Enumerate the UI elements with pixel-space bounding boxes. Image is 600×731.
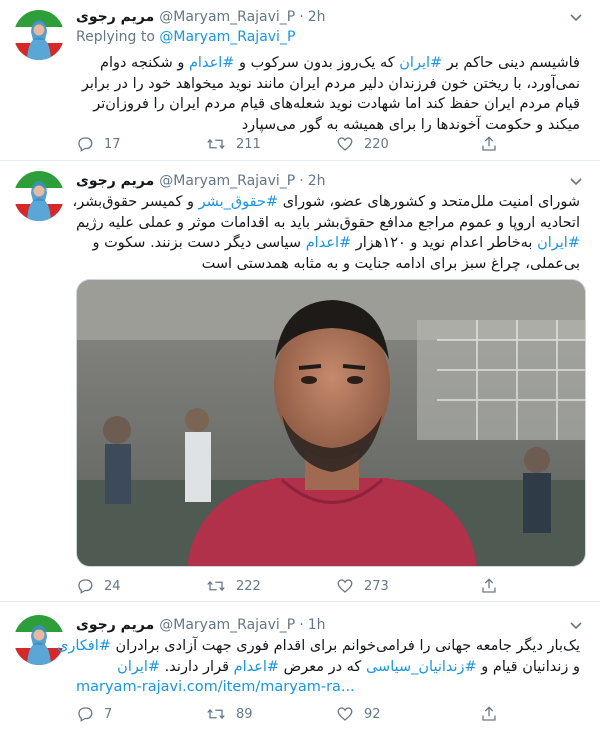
user-handle[interactable]: @Maryam_Rajavi_P <box>159 617 295 633</box>
hashtag-link[interactable]: #ایران <box>117 659 160 675</box>
retweet-icon <box>207 708 225 720</box>
text-line: قیام مردم ایران حفظ کند اما شهادت نوید ش… <box>93 96 580 112</box>
reply-count: 24 <box>104 578 121 594</box>
hashtag-link[interactable]: #ایران <box>399 55 442 71</box>
text-line: نمی‌آورد، با ریختن خون فرزندان دلیر مردم… <box>81 75 580 92</box>
text-line: بی‌عملی، چراغ سبز برای ادامه جنایت و به … <box>201 255 580 272</box>
share-button[interactable] <box>480 704 508 724</box>
share-button[interactable] <box>480 576 508 596</box>
separator-dot: · <box>299 617 304 633</box>
reply-icon <box>78 137 93 152</box>
reply-count: 17 <box>104 136 121 152</box>
heart-icon <box>337 579 353 593</box>
share-icon <box>482 136 496 151</box>
reply-count: 7 <box>104 706 113 722</box>
hashtag-link[interactable]: #ایران <box>537 235 580 251</box>
timestamp[interactable]: 2h <box>308 173 326 189</box>
hashtag-link[interactable]: #افکاری <box>57 638 111 654</box>
like-count: 92 <box>364 706 381 722</box>
share-button[interactable] <box>480 134 508 154</box>
share-icon <box>482 706 496 721</box>
tweet-actions: 24 222 273 <box>76 576 516 596</box>
hashtag-link[interactable]: #زندانیان_سیاسی <box>366 659 477 675</box>
retweet-count: 211 <box>236 136 261 152</box>
hashtag-link[interactable]: #اعدام <box>189 55 234 71</box>
wrestler-photo <box>77 280 585 566</box>
heart-icon <box>337 707 353 721</box>
reply-button[interactable]: 24 <box>76 576 121 596</box>
retweet-button[interactable]: 89 <box>206 704 253 724</box>
chevron-down-icon[interactable] <box>568 9 584 25</box>
like-button[interactable]: 220 <box>336 134 389 154</box>
text-line: اتحادیه اروپا و عموم مراجع مدافع حقوق‌بش… <box>75 214 580 231</box>
replying-to-label: Replying to <box>76 29 155 45</box>
tweet-1[interactable]: مریم رجوی @Maryam_Rajavi_P · 2h Replying… <box>0 0 600 161</box>
tweet-text: یک‌بار دیگر جامعه جهانی را فرامی‌خوانم ب… <box>56 636 580 698</box>
retweet-button[interactable]: 211 <box>206 134 261 154</box>
retweet-button[interactable]: 222 <box>206 576 261 596</box>
tweet-text: شورای امنیت ملل‌متحد و کشورهای عضو، شورا… <box>72 192 580 274</box>
like-count: 273 <box>364 578 389 594</box>
separator-dot: · <box>299 9 304 25</box>
reply-icon <box>78 707 93 722</box>
like-count: 220 <box>364 136 389 152</box>
display-name[interactable]: مریم رجوی <box>76 617 154 633</box>
tweet-header: مریم رجوی @Maryam_Rajavi_P · 2h <box>76 7 326 27</box>
display-name[interactable]: مریم رجوی <box>76 173 154 189</box>
tweet-header: مریم رجوی @Maryam_Rajavi_P · 1h <box>76 615 326 635</box>
user-handle[interactable]: @Maryam_Rajavi_P <box>159 173 295 189</box>
retweet-count: 89 <box>236 706 253 722</box>
hashtag-link[interactable]: #اعدام <box>234 659 279 675</box>
separator-dot: · <box>299 173 304 189</box>
avatar[interactable] <box>14 171 64 221</box>
retweet-icon <box>207 138 225 150</box>
text-line: و زندانیان قیام و #زندانیان_سیاسی که در … <box>117 658 580 675</box>
timestamp[interactable]: 2h <box>308 9 326 25</box>
text-line: میکند و حکومت آخوندها را برای همیشه به گ… <box>241 116 580 133</box>
tweet-photo[interactable] <box>76 279 586 567</box>
tweet-header: مریم رجوی @Maryam_Rajavi_P · 2h <box>76 171 326 191</box>
chevron-down-icon[interactable] <box>568 617 584 633</box>
retweet-icon <box>207 580 225 592</box>
text-line: یک‌بار دیگر جامعه جهانی را فرامی‌خوانم ب… <box>56 638 580 654</box>
retweet-count: 222 <box>236 578 261 594</box>
text-line: فاشیسم دینی حاکم بر #ایران که یک‌روز بدو… <box>99 55 580 71</box>
share-icon <box>482 578 496 593</box>
tweet-3[interactable]: مریم رجوی @Maryam_Rajavi_P · 1h یک‌بار د… <box>0 602 600 731</box>
external-link[interactable]: maryam-rajavi.com/item/maryam-ra... <box>76 677 580 698</box>
avatar[interactable] <box>14 10 64 60</box>
tweet-actions: 7 89 92 <box>76 704 516 724</box>
replying-to: Replying to @Maryam_Rajavi_P <box>76 29 295 45</box>
hashtag-link[interactable]: #اعدام <box>306 235 351 251</box>
replying-to-user-link[interactable]: @Maryam_Rajavi_P <box>159 29 295 45</box>
reply-button[interactable]: 17 <box>76 134 121 154</box>
hashtag-link[interactable]: #حقوق_بشر <box>199 194 278 210</box>
text-line: #ایران به‌خاطر اعدام نوید و ۱۲۰هزار #اعد… <box>92 235 580 251</box>
reply-button[interactable]: 7 <box>76 704 112 724</box>
chevron-down-icon[interactable] <box>568 173 584 189</box>
tweet-2[interactable]: مریم رجوی @Maryam_Rajavi_P · 2h شورای ام… <box>0 161 600 602</box>
like-button[interactable]: 92 <box>336 704 381 724</box>
text-line: شورای امنیت ملل‌متحد و کشورهای عضو، شورا… <box>72 194 580 210</box>
like-button[interactable]: 273 <box>336 576 389 596</box>
heart-icon <box>337 137 353 151</box>
reply-icon <box>78 579 93 594</box>
tweet-actions: 17 211 220 <box>76 134 516 154</box>
timestamp[interactable]: 1h <box>308 617 326 633</box>
user-handle[interactable]: @Maryam_Rajavi_P <box>159 9 295 25</box>
tweet-text: فاشیسم دینی حاکم بر #ایران که یک‌روز بدو… <box>76 53 580 135</box>
display-name[interactable]: مریم رجوی <box>76 9 154 25</box>
